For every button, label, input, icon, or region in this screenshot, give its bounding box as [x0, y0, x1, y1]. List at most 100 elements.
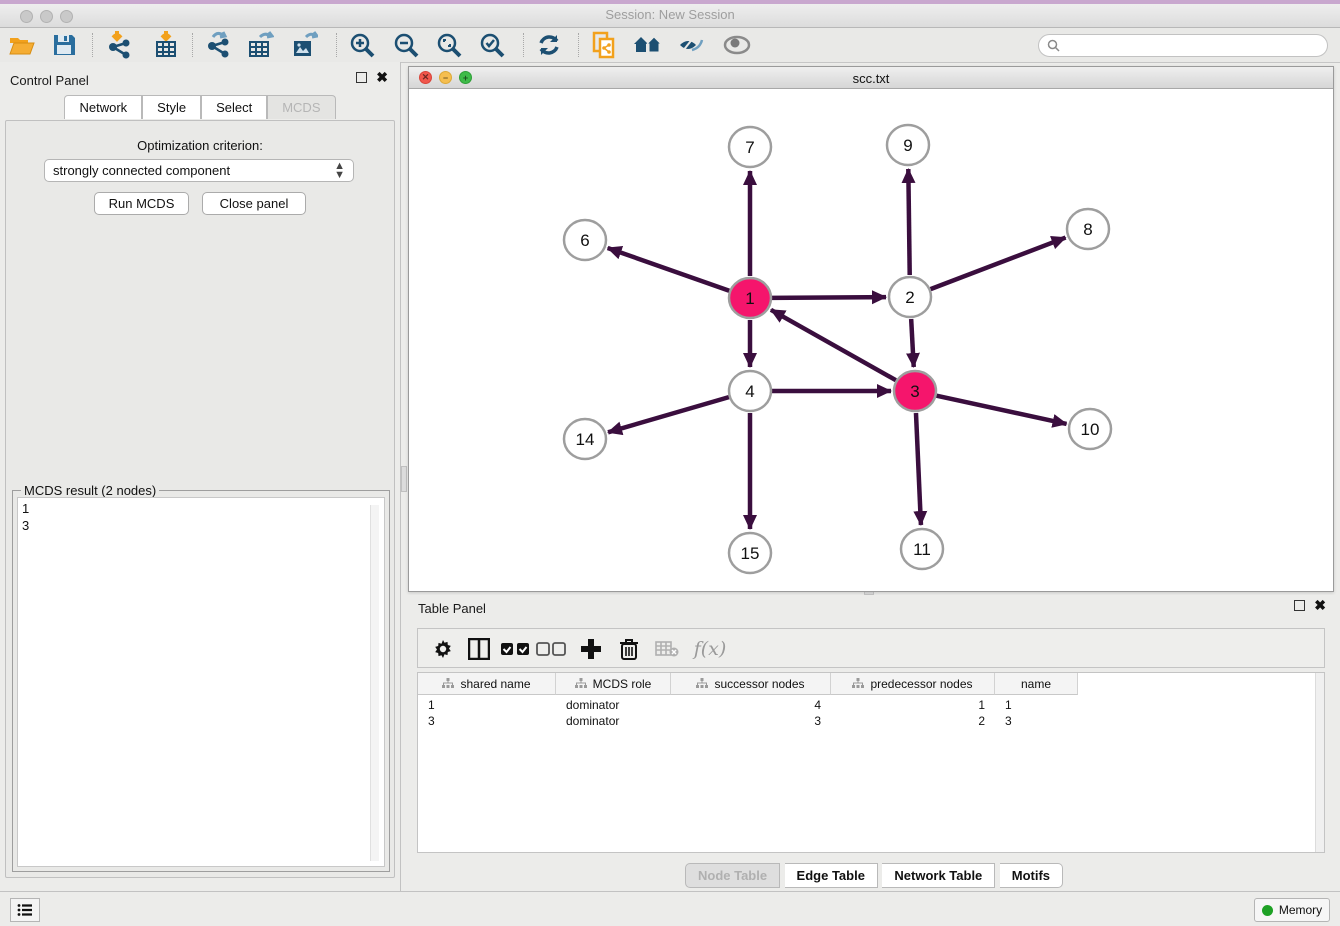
- task-history-button[interactable]: [10, 898, 40, 922]
- zoom-fit-icon[interactable]: [433, 31, 465, 59]
- node-label: 3: [910, 382, 919, 401]
- delete-column-trash-icon[interactable]: [614, 634, 644, 664]
- tab-edge-table[interactable]: Edge Table: [785, 863, 878, 888]
- graph-node-15[interactable]: 15: [729, 533, 771, 573]
- graph-node-4[interactable]: 4: [729, 371, 771, 411]
- tab-select[interactable]: Select: [201, 95, 267, 119]
- graph-edge-3-10[interactable]: [936, 396, 1066, 424]
- graph-node-10[interactable]: 10: [1069, 409, 1111, 449]
- table-panel: Table Panel ✖ f(x): [408, 595, 1340, 891]
- graph-node-14[interactable]: 14: [564, 419, 606, 459]
- table-tabs: Node Table Edge Table Network Table Moti…: [408, 863, 1340, 888]
- import-table-icon[interactable]: [150, 31, 182, 59]
- toolbar-separator: [92, 33, 93, 57]
- cell-name: 1: [995, 697, 1078, 714]
- float-panel-icon[interactable]: [356, 72, 367, 83]
- clone-network-icon[interactable]: [589, 31, 621, 59]
- window-titlebar: Session: New Session: [0, 0, 1340, 28]
- search-input[interactable]: [1065, 39, 1327, 53]
- graph-node-7[interactable]: 7: [729, 127, 771, 167]
- graph-node-2[interactable]: 2: [889, 277, 931, 317]
- float-panel-icon[interactable]: [1294, 600, 1305, 611]
- graph-node-3[interactable]: 3: [894, 371, 936, 411]
- search-field[interactable]: [1038, 34, 1328, 57]
- column-type-icon: [852, 678, 864, 689]
- zoom-out-icon[interactable]: [390, 31, 422, 59]
- export-table-icon[interactable]: [245, 31, 277, 59]
- close-panel-button[interactable]: Close panel: [202, 192, 306, 215]
- graph-node-8[interactable]: 8: [1067, 209, 1109, 249]
- graph-node-6[interactable]: 6: [564, 220, 606, 260]
- column-header-mcds-role[interactable]: MCDS role: [556, 673, 671, 695]
- graph-edge-2-8[interactable]: [931, 238, 1066, 290]
- graph-edge-4-14[interactable]: [608, 397, 729, 432]
- network-canvas[interactable]: 1 2 3 4 6 7 8 9 10 11 14 15: [409, 89, 1333, 591]
- tab-network-table[interactable]: Network Table: [882, 863, 995, 888]
- criterion-dropdown[interactable]: strongly connected component ▲▼: [44, 159, 354, 182]
- gear-icon[interactable]: [428, 634, 458, 664]
- network-graph: 1 2 3 4 6 7 8 9 10 11 14 15: [409, 89, 1333, 591]
- import-network-icon[interactable]: [104, 31, 136, 59]
- cell-name: 3: [995, 713, 1078, 730]
- result-line: 1: [22, 500, 380, 517]
- graph-edge-1-2[interactable]: [772, 297, 886, 298]
- vertical-splitter-handle[interactable]: [401, 466, 407, 492]
- network-window-titlebar[interactable]: ✕ − + scc.txt: [409, 67, 1333, 89]
- graph-edge-2-3[interactable]: [911, 319, 914, 367]
- open-folder-icon[interactable]: [6, 31, 38, 59]
- graph-edge-3-1[interactable]: [771, 310, 896, 380]
- mcds-result-title: MCDS result (2 nodes): [21, 483, 159, 498]
- delete-table-icon[interactable]: [652, 634, 682, 664]
- result-scrollbar[interactable]: [370, 505, 379, 861]
- visual-style-eye-icon[interactable]: [676, 31, 708, 59]
- add-column-icon[interactable]: [576, 634, 606, 664]
- tab-motifs[interactable]: Motifs: [1000, 863, 1063, 888]
- tab-node-table[interactable]: Node Table: [685, 863, 780, 888]
- tab-mcds[interactable]: MCDS: [267, 95, 335, 119]
- mcds-result-textarea[interactable]: 1 3: [17, 497, 385, 867]
- node-table[interactable]: shared name MCDS role successor nodes pr…: [417, 672, 1325, 853]
- close-panel-icon[interactable]: ✖: [376, 72, 388, 83]
- control-panel-buttons: ✖: [356, 72, 388, 83]
- export-image-icon[interactable]: [289, 31, 321, 59]
- table-row[interactable]: 3 dominator 3 2 3: [418, 713, 1316, 730]
- node-label: 15: [741, 544, 760, 563]
- zoom-in-icon[interactable]: [346, 31, 378, 59]
- node-label: 2: [905, 288, 914, 307]
- tab-network[interactable]: Network: [64, 95, 142, 119]
- graph-node-11[interactable]: 11: [901, 529, 943, 569]
- refresh-layout-icon[interactable]: [533, 31, 565, 59]
- checked-checkboxes-icon[interactable]: [500, 634, 530, 664]
- node-label: 4: [745, 382, 754, 401]
- graph-node-9[interactable]: 9: [887, 125, 929, 165]
- reset-home-icon[interactable]: [632, 31, 664, 59]
- node-label: 7: [745, 138, 754, 157]
- column-header-predecessor-nodes[interactable]: predecessor nodes: [831, 673, 995, 695]
- graph-edge-2-9[interactable]: [908, 169, 909, 275]
- zoom-selected-icon[interactable]: [476, 31, 508, 59]
- toolbar-separator: [578, 33, 579, 57]
- node-label: 14: [576, 430, 595, 449]
- mcds-result-groupbox: MCDS result (2 nodes) 1 3: [12, 490, 390, 872]
- export-network-icon[interactable]: [202, 31, 234, 59]
- table-toolbar: f(x): [417, 628, 1325, 668]
- function-builder-icon[interactable]: f(x): [690, 634, 730, 664]
- table-scrollbar[interactable]: [1315, 673, 1324, 852]
- column-header-name[interactable]: name: [995, 673, 1078, 695]
- column-type-icon: [575, 678, 587, 689]
- show-hide-eye-icon[interactable]: [721, 31, 753, 59]
- unchecked-checkboxes-icon[interactable]: [536, 634, 566, 664]
- close-panel-icon[interactable]: ✖: [1314, 600, 1326, 611]
- run-mcds-button[interactable]: Run MCDS: [94, 192, 189, 215]
- split-columns-icon[interactable]: [464, 634, 494, 664]
- column-header-successor-nodes[interactable]: successor nodes: [671, 673, 831, 695]
- save-session-icon[interactable]: [48, 31, 80, 59]
- graph-edge-1-6[interactable]: [608, 248, 730, 291]
- memory-button[interactable]: Memory: [1254, 898, 1330, 922]
- column-header-shared-name[interactable]: shared name: [418, 673, 556, 695]
- graph-node-1[interactable]: 1: [729, 278, 771, 318]
- table-row[interactable]: 1 dominator 4 1 1: [418, 697, 1316, 714]
- graph-edge-3-11[interactable]: [916, 413, 921, 525]
- tab-style[interactable]: Style: [142, 95, 201, 119]
- criterion-value: strongly connected component: [53, 163, 230, 178]
